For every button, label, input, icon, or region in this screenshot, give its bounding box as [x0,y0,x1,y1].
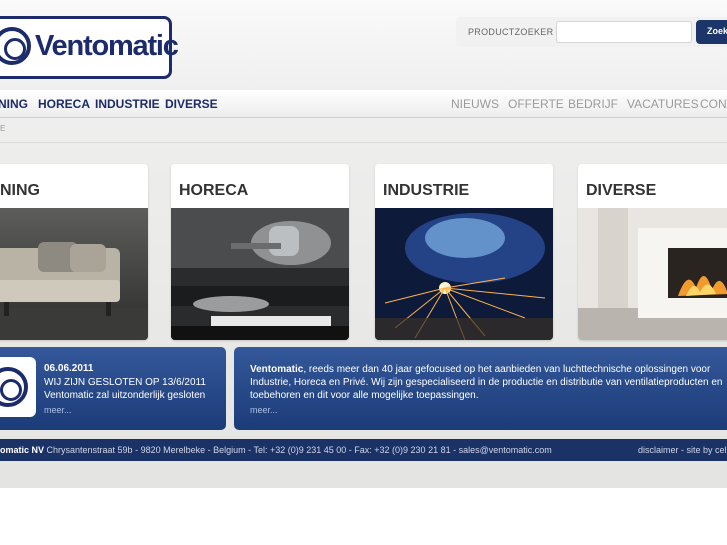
category-card-diverse[interactable]: DIVERSE [578,164,727,340]
footer-address: Chrysantenstraat 59b - 9820 Merelbeke - … [44,445,552,455]
welding-image [375,208,553,340]
category-title: DIVERSE [586,182,657,199]
category-card-horeca[interactable]: HORECA [171,164,349,340]
about-more-link[interactable]: meer... [250,405,278,415]
category-title: HORECA [179,182,249,199]
main-nav: NING HORECA INDUSTRIE DIVERSE NIEUWS OFF… [0,90,727,118]
nav-item-wonen[interactable]: NING [0,97,28,111]
footer-company: omatic NV [0,445,45,455]
about-text: Ventomatic, reeds meer dan 40 jaar gefoc… [250,363,726,402]
category-card-industrie[interactable]: INDUSTRIE [375,164,553,340]
news-summary: Ventomatic zal uitzonderlijk gesloten [44,390,206,401]
nav-item-nieuws[interactable]: NIEUWS [451,97,499,111]
category-card-wonen[interactable]: NING [0,164,148,340]
news-date: 06.06.2011 [44,363,94,374]
product-search: PRODUCTZOEKER Zoek [456,17,727,47]
nav-item-industrie[interactable]: INDUSTRIE [95,97,160,111]
footer: omatic NV Chrysantenstraat 59b - 9820 Me… [0,439,727,461]
about-body: , reeds meer dan 40 jaar gefocused op he… [250,364,723,401]
nav-item-contact[interactable]: CONT [700,97,727,111]
news-more-link[interactable]: meer... [44,405,72,415]
kitchen-image [171,208,349,340]
nav-item-horeca[interactable]: HORECA [38,97,90,111]
ventomatic-logo-icon [0,27,31,65]
logo-wordmark: Ventomatic [35,30,179,62]
sofa-image [0,208,148,340]
category-title: INDUSTRIE [383,182,470,199]
news-logo [0,357,36,417]
footer-links[interactable]: disclaimer - site by cel [638,445,727,455]
search-label: PRODUCTZOEKER [468,27,554,37]
nav-item-offerte[interactable]: OFFERTE [508,97,564,111]
divider [0,142,727,143]
nav-item-vacatures[interactable]: VACATURES [627,97,699,111]
nav-item-diverse[interactable]: DIVERSE [165,97,218,111]
search-input[interactable] [556,21,692,43]
fireplace-image [578,208,727,340]
footer-contact: omatic NV Chrysantenstraat 59b - 9820 Me… [0,445,552,455]
breadcrumb: E [0,124,6,133]
ventomatic-logo[interactable]: Ventomatic [0,16,179,79]
news-panel: 06.06.2011 WIJ ZIJN GESLOTEN OP 13/6/201… [0,347,226,430]
about-lead: Ventomatic [250,364,304,375]
news-headline: WIJ ZIJN GESLOTEN OP 13/6/2011 [44,377,206,388]
nav-item-bedrijf[interactable]: BEDRIJF [568,97,618,111]
ventomatic-logo-icon [0,367,28,407]
category-title: NING [0,182,40,199]
search-button[interactable]: Zoek [696,20,727,44]
about-panel: Ventomatic, reeds meer dan 40 jaar gefoc… [234,347,727,430]
